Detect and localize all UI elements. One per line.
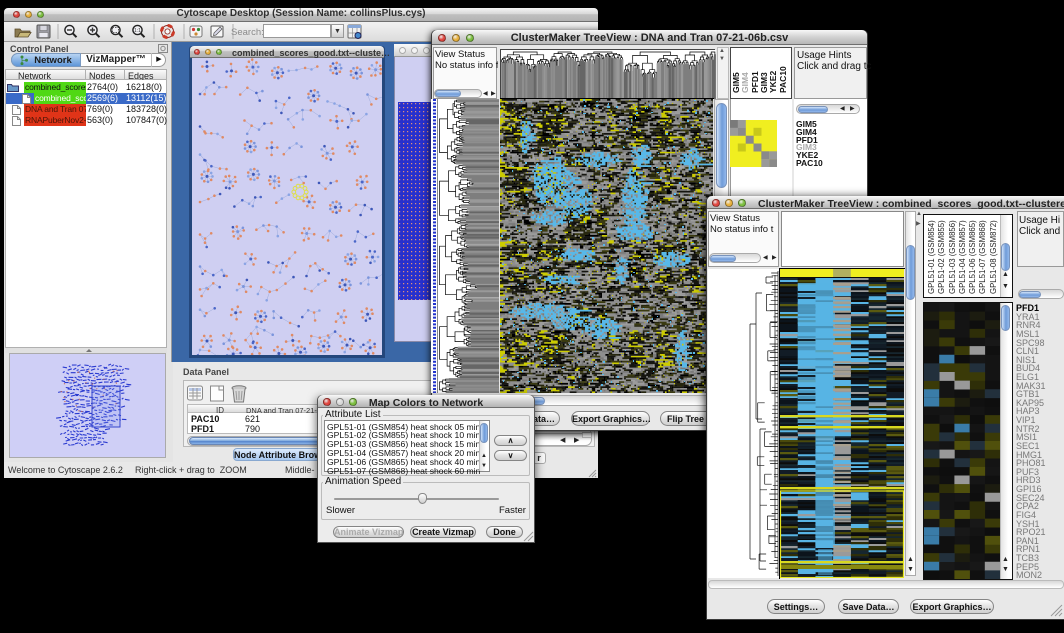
- svg-text:1:1: 1:1: [134, 28, 141, 34]
